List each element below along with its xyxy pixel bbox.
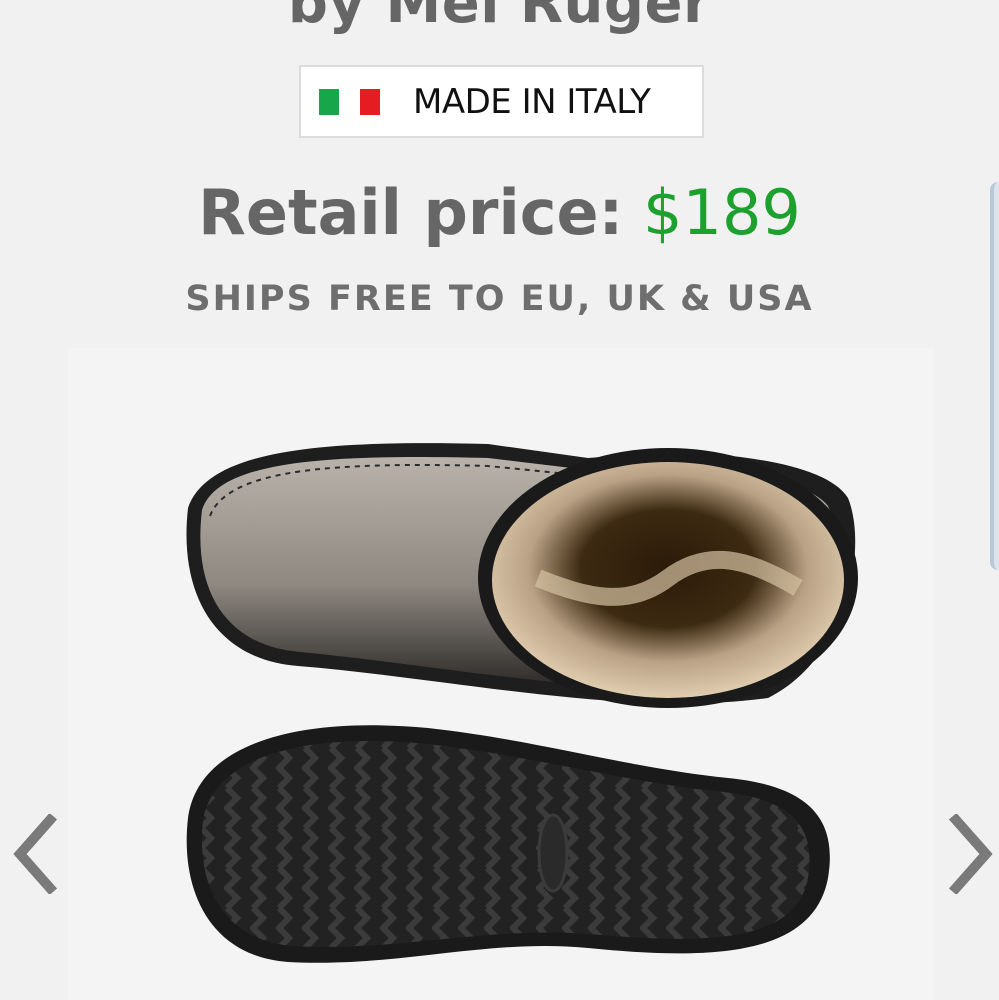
product-image-area[interactable] [68,348,934,1000]
scroll-handle[interactable] [990,182,999,570]
chevron-left-icon [13,814,58,894]
price-value: $189 [643,176,801,249]
product-page: by Mel Ruger MADE IN ITALY Retail price:… [0,0,999,1000]
next-image-button[interactable] [940,812,999,896]
price-row: Retail price: $189 [0,175,999,251]
previous-image-button[interactable] [6,812,66,896]
origin-text: MADE IN ITALY [413,81,651,122]
boot-image [186,443,858,963]
chevron-right-icon [948,814,993,894]
shipping-info: SHIPS FREE TO EU, UK & USA [185,279,814,319]
price-label: Retail price: [198,176,624,249]
made-in-italy-badge: MADE IN ITALY [299,65,704,138]
italy-flag-icon [319,88,380,115]
designer-name: by Mel Ruger [287,0,712,36]
